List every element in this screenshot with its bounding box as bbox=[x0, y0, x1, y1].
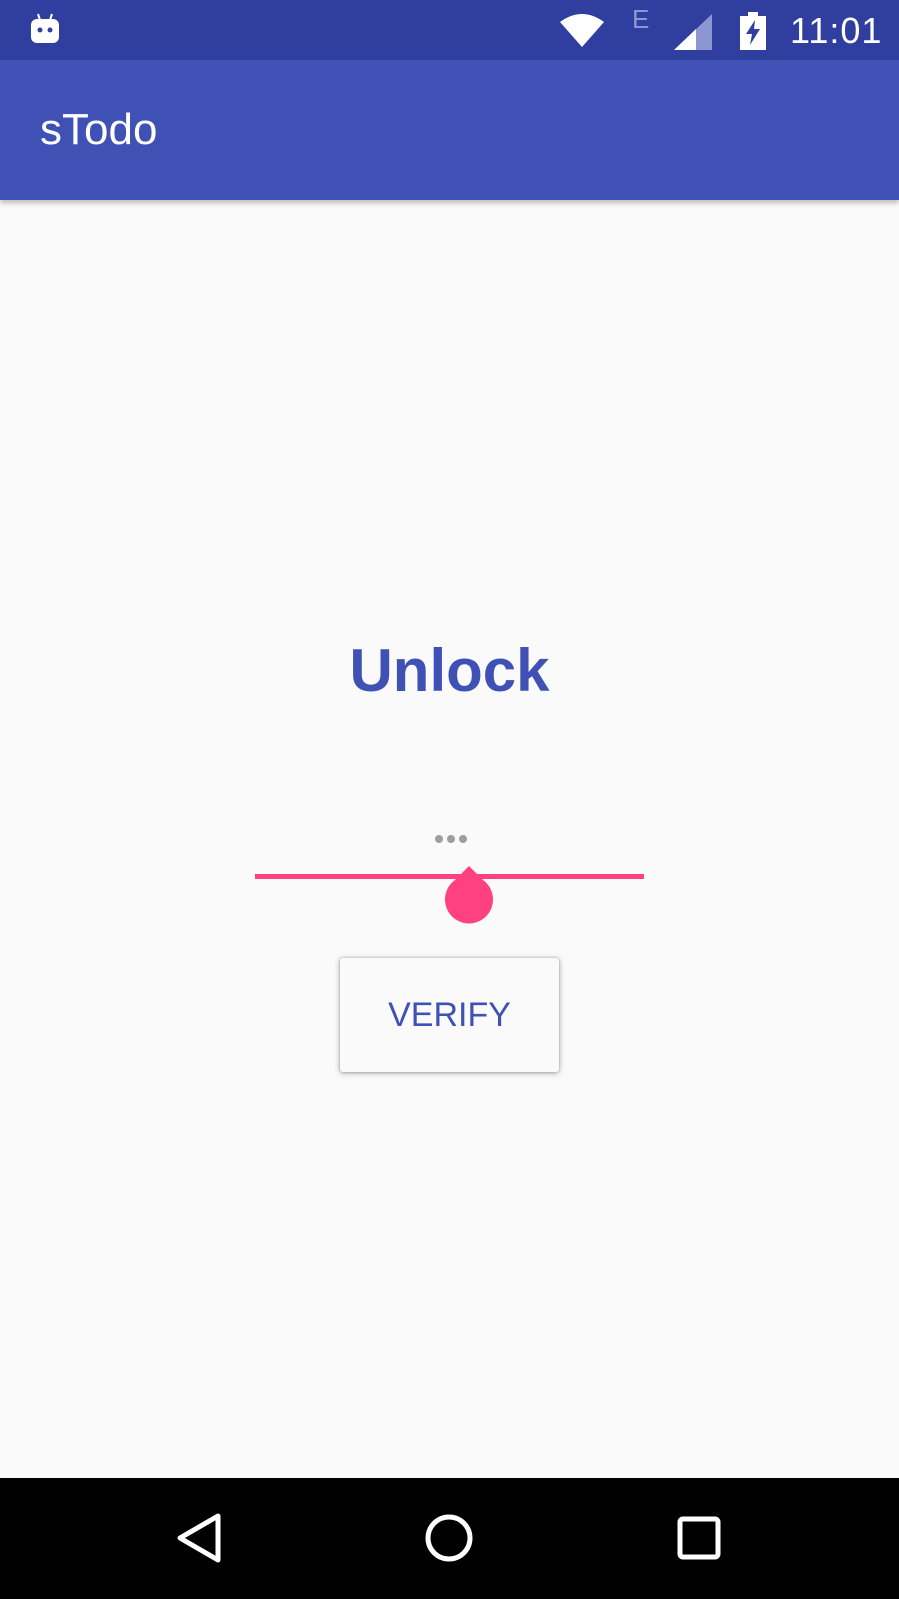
home-icon[interactable] bbox=[409, 1498, 489, 1578]
recents-icon[interactable] bbox=[659, 1498, 739, 1578]
navigation-bar bbox=[0, 1478, 899, 1599]
wifi-icon bbox=[560, 14, 604, 47]
app-title: sTodo bbox=[40, 105, 158, 154]
verify-button[interactable]: VERIFY bbox=[340, 958, 559, 1072]
app-bar: sTodo bbox=[0, 60, 899, 200]
slider-thumb-handle[interactable] bbox=[443, 864, 495, 926]
status-clock: 11:01 bbox=[790, 10, 883, 51]
cell-signal-icon bbox=[674, 14, 712, 50]
android-icon bbox=[31, 13, 59, 43]
slider-tick-dots bbox=[435, 830, 475, 843]
status-bar: E 11:01 bbox=[0, 0, 899, 60]
unlock-slider[interactable] bbox=[255, 830, 644, 930]
unlock-title: Unlock bbox=[349, 637, 550, 704]
battery-charging-icon bbox=[740, 12, 766, 50]
network-type-label: E bbox=[632, 4, 650, 34]
back-icon[interactable] bbox=[160, 1498, 240, 1578]
screen: E 11:01 sTodo Unlock VERIFY bbox=[0, 0, 899, 1599]
